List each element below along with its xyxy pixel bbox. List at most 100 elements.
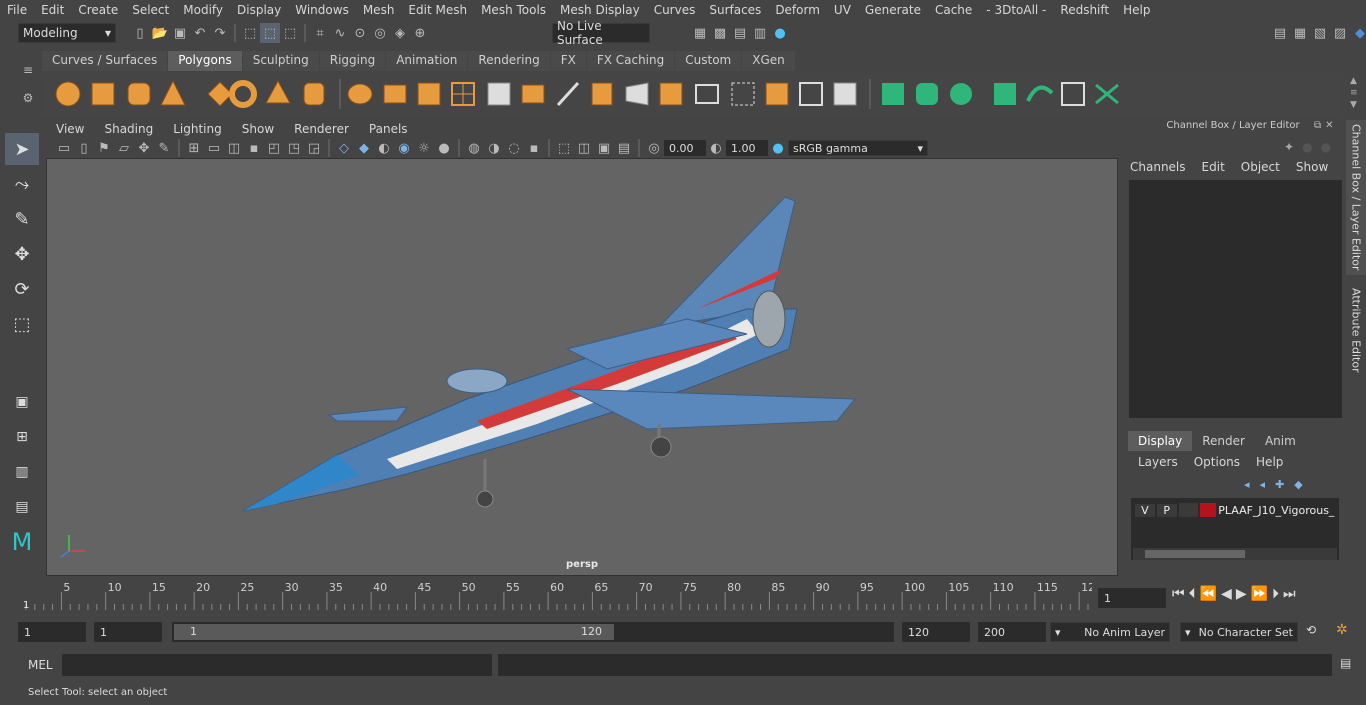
ipr-render-icon[interactable]: ▤ (730, 23, 750, 43)
layer-menu-options[interactable]: Options (1186, 455, 1248, 469)
layer-type-toggle[interactable] (1178, 503, 1199, 517)
smooth-shade-icon[interactable]: ◆ (354, 138, 374, 158)
append-icon[interactable] (695, 84, 719, 104)
menu-3dtoall[interactable]: - 3DtoAll - (979, 3, 1053, 17)
safe-title-icon[interactable]: ◲ (304, 138, 324, 158)
camera-attributes-icon[interactable]: ▯ (74, 138, 94, 158)
render-settings-icon[interactable]: ▥ (750, 23, 770, 43)
open-scene-icon[interactable]: 📂 (150, 23, 170, 43)
end-time-field[interactable]: 200 (978, 622, 1046, 642)
go-to-end-icon[interactable]: ⏭ (1283, 586, 1296, 602)
side-tab-attribute-editor[interactable]: Attribute Editor (1346, 280, 1366, 380)
current-frame-field[interactable]: 1 (1098, 588, 1166, 608)
xray-components-icon[interactable]: ▤ (614, 138, 634, 158)
new-layer-selected-icon[interactable]: ◆ (1294, 478, 1302, 491)
channel-box-menu-edit[interactable]: Edit (1194, 160, 1233, 178)
render-frame-icon[interactable]: ▩ (710, 23, 730, 43)
persp-layout-icon[interactable]: ▤ (5, 491, 39, 523)
undo-icon[interactable]: ↶ (190, 23, 210, 43)
range-slider-handle[interactable]: 1 120 (174, 624, 614, 640)
menu-help[interactable]: Help (1116, 3, 1157, 17)
menu-cache[interactable]: Cache (928, 3, 979, 17)
viewport-menu-lighting[interactable]: Lighting (163, 122, 232, 136)
mel-input[interactable] (62, 654, 492, 676)
layer-menu-layers[interactable]: Layers (1130, 455, 1186, 469)
viewport-menu-shading[interactable]: Shading (94, 122, 163, 136)
make-live-icon[interactable]: ⊕ (410, 23, 430, 43)
poly-pipe-icon[interactable] (303, 82, 325, 106)
layer-visibility-toggle[interactable]: V (1135, 503, 1155, 517)
menu-mesh-display[interactable]: Mesh Display (553, 3, 647, 17)
collapse-icon[interactable] (833, 82, 857, 106)
bookmark-icon[interactable]: ⚑ (94, 138, 114, 158)
exposure-field[interactable]: 0.00 (664, 140, 706, 156)
menu-file[interactable]: File (0, 3, 34, 17)
uv-layout-icon[interactable] (1061, 82, 1085, 106)
resolution-gate-icon[interactable]: ◫ (224, 138, 244, 158)
separate-icon[interactable] (383, 84, 407, 104)
snap-projected-icon[interactable]: ◎ (370, 23, 390, 43)
shelf-tab-rigging[interactable]: Rigging (319, 51, 386, 71)
tool-settings-icon[interactable]: ▧ (1310, 23, 1330, 43)
uv-cut-sew-icon[interactable] (1026, 85, 1054, 102)
poly-torus-icon[interactable] (229, 80, 257, 108)
extrude-icon[interactable] (591, 82, 613, 106)
boolean-icon[interactable] (417, 82, 441, 106)
shelf-tab-fx-caching[interactable]: FX Caching (586, 51, 675, 71)
snap-view-plane-icon[interactable]: ◈ (390, 23, 410, 43)
move-layer-down-icon[interactable]: ◂ (1260, 478, 1266, 491)
smooth-icon[interactable] (451, 82, 475, 106)
animation-prefs-icon[interactable]: ✲ (1336, 622, 1348, 638)
step-back-key-icon[interactable]: ⏪ (1200, 586, 1217, 602)
grid-icon[interactable]: ⊞ (184, 138, 204, 158)
channel-box-icon[interactable]: ▨ (1330, 23, 1350, 43)
menu-surfaces[interactable]: Surfaces (702, 3, 768, 17)
step-forward-key-icon[interactable]: ⏩ (1251, 586, 1268, 602)
menu-generate[interactable]: Generate (858, 3, 928, 17)
playback-start-field[interactable]: 1 (94, 622, 162, 642)
viewport-menu-panels[interactable]: Panels (359, 122, 418, 136)
lasso-tool-icon[interactable]: ⤳ (5, 168, 39, 200)
safe-action-icon[interactable]: ◳ (284, 138, 304, 158)
layer-menu-help[interactable]: Help (1248, 455, 1291, 469)
poly-cone-icon[interactable] (160, 79, 186, 106)
menu-uv[interactable]: UV (827, 3, 858, 17)
select-tool-icon[interactable]: ➤ (5, 133, 39, 165)
menu-mesh-tools[interactable]: Mesh Tools (474, 3, 553, 17)
viewport-persp[interactable]: persp (46, 158, 1118, 576)
xray-joints-icon[interactable]: ▣ (594, 138, 614, 158)
field-chart-icon[interactable]: ◰ (264, 138, 284, 158)
menu-edit[interactable]: Edit (34, 3, 71, 17)
shelf-tab-custom[interactable]: Custom (675, 51, 742, 71)
two-d-pan-icon[interactable]: ✥ (134, 138, 154, 158)
menu-display[interactable]: Display (230, 3, 288, 17)
uv-automatic-icon[interactable] (994, 83, 1016, 105)
bridge-icon[interactable] (625, 82, 649, 106)
layer-playback-toggle[interactable]: P (1156, 503, 1177, 517)
close-panel-icon[interactable]: ✕ (1325, 120, 1333, 131)
float-panel-icon[interactable]: ⧉ (1314, 120, 1321, 131)
depth-of-field-icon[interactable]: ▪ (524, 138, 544, 158)
new-layer-icon[interactable]: ✚ (1275, 478, 1284, 491)
channel-box-area[interactable] (1129, 180, 1342, 418)
viewport-menu-show[interactable]: Show (232, 122, 284, 136)
hypershade-icon[interactable]: ● (770, 23, 790, 43)
camera-select-icon[interactable]: ▭ (54, 138, 74, 158)
merge-icon[interactable] (765, 82, 789, 106)
shelf-tab-fx[interactable]: FX (550, 51, 586, 71)
motion-blur-icon[interactable]: ◑ (484, 138, 504, 158)
attribute-editor-icon[interactable]: ▦ (1290, 23, 1310, 43)
move-tool-icon[interactable]: ✥ (5, 238, 39, 270)
outliner-layout-icon[interactable]: ▥ (5, 456, 39, 488)
mirror-icon[interactable] (521, 84, 545, 104)
multi-cut-icon[interactable] (556, 81, 580, 107)
shelf-tab-animation[interactable]: Animation (386, 51, 468, 71)
start-time-field[interactable]: 1 (18, 622, 86, 642)
settings-dot-icon[interactable]: ● (1321, 140, 1331, 154)
poly-plane-icon[interactable] (207, 81, 233, 107)
snap-curve-icon[interactable]: ∿ (330, 23, 350, 43)
shelf-tab-curves-surfaces[interactable]: Curves / Surfaces (42, 51, 168, 71)
menu-create[interactable]: Create (71, 3, 125, 17)
paint-select-tool-icon[interactable]: ✎ (5, 203, 39, 235)
layer-color-swatch[interactable] (1200, 503, 1217, 517)
